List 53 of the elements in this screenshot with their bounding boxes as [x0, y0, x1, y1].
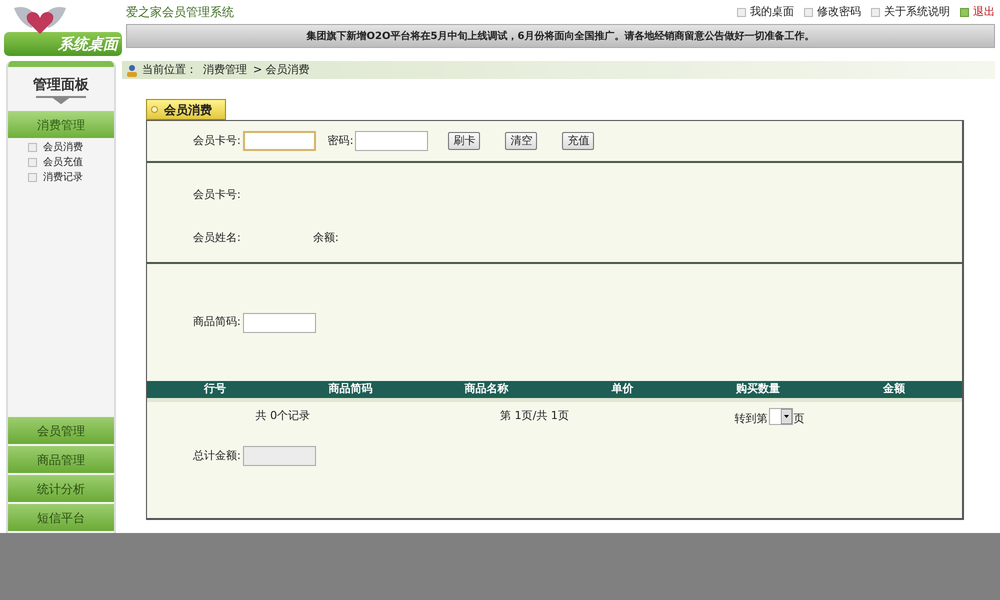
- breadcrumb-link[interactable]: > 会员消费: [253, 62, 310, 78]
- square-icon: [28, 173, 37, 182]
- chevron-down-icon: [36, 96, 86, 104]
- field-label: 会员卡号:: [193, 132, 241, 149]
- notice-bar: 集团旗下新增O2O平台将在5月中旬上线调试，6月份将面向全国推广。请各地经销商留意公告做好一切准备工作。: [126, 24, 995, 48]
- top-link[interactable]: 修改密码: [804, 4, 861, 20]
- record-count: 共 0个记录: [254, 408, 312, 424]
- column-header: 购买数量: [734, 381, 782, 398]
- sidebar-section[interactable]: 商品管理: [8, 446, 114, 473]
- panel-title: 管理面板: [33, 76, 89, 94]
- field-label: 密码:: [328, 132, 354, 149]
- breadcrumb-label: 当前位置：: [142, 62, 197, 78]
- goto-suffix: 页: [793, 411, 804, 427]
- column-header: 商品名称: [464, 381, 510, 398]
- card-number-field[interactable]: [242, 131, 316, 151]
- app-title: 爱之家会员管理系统: [126, 4, 234, 21]
- sidebar-item[interactable]: 消费记录: [8, 170, 114, 185]
- sidebar-item[interactable]: 会员充值: [8, 155, 114, 170]
- sidebar-section[interactable]: 短信平台: [8, 504, 114, 531]
- breadcrumb-link[interactable]: 消费管理: [203, 62, 247, 78]
- square-icon: [960, 8, 969, 16]
- top-link[interactable]: 我的桌面: [737, 4, 794, 20]
- form-button[interactable]: 充值: [562, 132, 594, 150]
- sidebar-section[interactable]: 会员管理: [8, 417, 114, 444]
- square-icon: [737, 8, 746, 16]
- square-icon: [28, 158, 37, 167]
- dropdown-arrow-icon: [781, 409, 792, 424]
- sidebar-section[interactable]: 消费管理: [8, 111, 114, 138]
- square-icon: [871, 8, 880, 16]
- page-info: 第 1页/共 1页: [499, 408, 570, 424]
- field-label: 会员姓名:: [193, 230, 242, 246]
- column-header: 行号: [202, 381, 227, 398]
- user-icon: [126, 64, 138, 76]
- top-link[interactable]: 退出: [960, 4, 995, 20]
- sidebar-section[interactable]: 统计分析: [8, 475, 114, 502]
- field-label: 余额:: [313, 230, 339, 246]
- top-link[interactable]: 关于系统说明: [871, 4, 950, 20]
- field-label: 总计金额:: [193, 448, 241, 464]
- page-select[interactable]: [769, 408, 794, 425]
- field-label: 会员卡号:: [193, 187, 242, 203]
- password-field[interactable]: [355, 131, 428, 151]
- product-code-field[interactable]: [242, 312, 316, 332]
- column-header: 单价: [610, 381, 634, 398]
- form-button[interactable]: 刷卡: [448, 132, 480, 150]
- square-icon: [804, 8, 813, 16]
- goto-label: 转到第: [734, 411, 768, 427]
- field-label: 商品简码:: [193, 314, 241, 330]
- tab[interactable]: 会员消费: [146, 99, 226, 120]
- form-button[interactable]: 清空: [505, 132, 538, 150]
- column-header: 金额: [882, 381, 906, 398]
- sidebar-item[interactable]: 会员消费: [8, 140, 114, 155]
- column-header: 商品简码: [328, 381, 374, 398]
- square-icon: [28, 143, 37, 152]
